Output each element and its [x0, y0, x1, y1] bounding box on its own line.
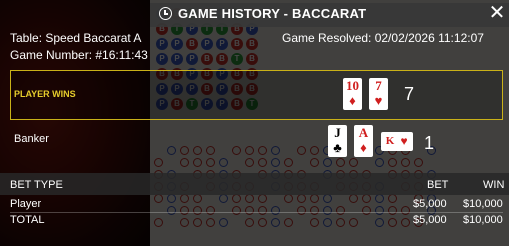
banker-card-3: K ♥ — [381, 132, 413, 151]
diamond-icon: ♦ — [360, 140, 367, 155]
card-rank: A — [358, 125, 369, 140]
card-rank: K — [385, 135, 395, 147]
card-rank: 7 — [375, 78, 382, 93]
club-icon: ♣ — [333, 140, 342, 155]
banker-score: 1 — [424, 133, 435, 153]
total-win: $10,000 — [463, 214, 503, 226]
player-result-label: PLAYER WINS — [14, 89, 76, 99]
win-header: WIN — [483, 179, 505, 191]
total-bet: $5,000 — [413, 214, 447, 226]
player-card-2: 7 ♥ — [369, 78, 388, 110]
heart-icon: ♥ — [400, 134, 408, 148]
banker-card-1: J ♣ — [328, 125, 347, 157]
banker-label: Banker — [14, 133, 49, 145]
diamond-icon: ♦ — [349, 93, 356, 108]
row-divider — [10, 212, 503, 213]
player-card-1: 10 ♦ — [343, 78, 362, 110]
game-resolved: Game Resolved: 02/02/2026 11:12:07 — [282, 31, 484, 45]
win-amount-cell: $10,000 — [463, 198, 503, 210]
player-score: 7 — [404, 84, 415, 104]
bet-header: BET — [427, 179, 449, 191]
close-icon[interactable]: ✕ — [488, 3, 506, 23]
bet-type-cell: Player — [10, 198, 42, 210]
game-number: Game Number: #16:11:43 — [10, 48, 148, 62]
card-rank: 10 — [346, 78, 359, 93]
bet-amount-cell: $5,000 — [413, 198, 447, 210]
table-name: Table: Speed Baccarat A — [10, 31, 142, 45]
total-label: TOTAL — [10, 214, 45, 226]
heart-icon: ♥ — [374, 93, 383, 108]
bet-type-header: BET TYPE — [10, 179, 63, 191]
card-rank: J — [334, 125, 341, 140]
page-title: GAME HISTORY - BACCARAT — [178, 6, 367, 21]
banker-card-2: A ♦ — [354, 125, 373, 157]
player-result-row — [10, 70, 503, 120]
history-icon — [159, 7, 172, 20]
